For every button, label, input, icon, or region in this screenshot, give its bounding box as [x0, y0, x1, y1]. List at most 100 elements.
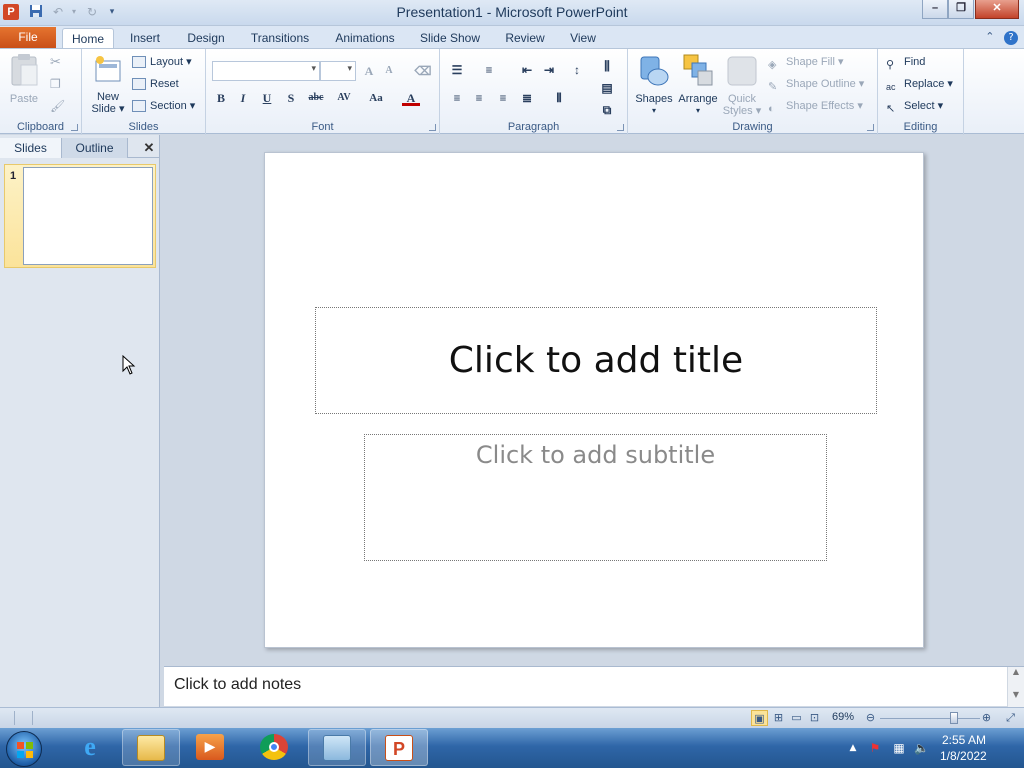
- taskbar-powerpoint[interactable]: P: [370, 729, 428, 766]
- save-icon[interactable]: [28, 4, 44, 20]
- grow-font-icon[interactable]: A: [360, 62, 378, 80]
- decrease-indent-icon[interactable]: ⇤: [518, 61, 536, 79]
- title-placeholder[interactable]: Click to add title: [315, 307, 877, 414]
- section-button[interactable]: Section ▾: [132, 97, 195, 115]
- slide-show-icon[interactable]: ⊡: [806, 710, 823, 726]
- font-size-combo[interactable]: [320, 61, 356, 81]
- bold-button[interactable]: B: [212, 89, 230, 107]
- select-button[interactable]: ↖ Select ▾: [886, 97, 943, 115]
- columns-icon[interactable]: ⫴: [550, 89, 568, 107]
- tab-home[interactable]: Home: [62, 28, 114, 48]
- fit-slide-icon[interactable]: ⤢: [1002, 710, 1019, 726]
- slide-canvas[interactable]: Click to add title Click to add subtitle: [264, 152, 924, 648]
- numbering-icon[interactable]: ≡: [480, 61, 498, 79]
- strikethrough-button[interactable]: abc: [304, 89, 328, 107]
- zoom-slider-thumb[interactable]: [950, 712, 958, 724]
- tab-slide-show[interactable]: Slide Show: [414, 28, 486, 48]
- customize-quick-access-icon[interactable]: ▾: [104, 4, 120, 20]
- taskbar-internet-explorer[interactable]: e: [62, 729, 120, 766]
- align-left-icon[interactable]: ≡: [448, 89, 466, 107]
- drawing-launcher-icon[interactable]: [867, 124, 874, 131]
- scroll-down-icon[interactable]: ▼: [1008, 690, 1024, 699]
- clipboard-launcher-icon[interactable]: [71, 124, 78, 131]
- clock-date[interactable]: 1/8/2022: [940, 749, 987, 763]
- taskbar-chrome[interactable]: [246, 729, 304, 766]
- paragraph-launcher-icon[interactable]: [617, 124, 624, 131]
- network-icon[interactable]: ▦: [892, 741, 906, 755]
- zoom-out-icon[interactable]: ⊖: [862, 710, 879, 726]
- new-slide-button[interactable]: New Slide ▾: [88, 55, 128, 115]
- shape-outline-button[interactable]: ✎ Shape Outline ▾: [768, 75, 864, 93]
- volume-icon[interactable]: 🔈: [914, 741, 929, 755]
- close-button[interactable]: ✕: [975, 0, 1019, 19]
- restore-button[interactable]: ❐: [948, 0, 974, 19]
- shapes-button[interactable]: Shapes ▾: [634, 53, 674, 117]
- minimize-ribbon-icon[interactable]: ⌃: [985, 30, 994, 43]
- shape-fill-button[interactable]: ◈ Shape Fill ▾: [768, 53, 844, 71]
- increase-indent-icon[interactable]: ⇥: [540, 61, 558, 79]
- normal-view-icon[interactable]: ▣: [751, 710, 768, 726]
- change-case-button[interactable]: Aa: [364, 89, 388, 107]
- notes-scrollbar[interactable]: ▲ ▼: [1007, 667, 1024, 707]
- notes-placeholder[interactable]: Click to add notes: [174, 676, 301, 694]
- font-family-combo[interactable]: [212, 61, 320, 81]
- align-text-icon[interactable]: ▤: [598, 79, 616, 97]
- underline-button[interactable]: U: [258, 89, 276, 107]
- zoom-in-icon[interactable]: ⊕: [978, 710, 995, 726]
- text-direction-icon[interactable]: ⫼: [598, 57, 616, 75]
- powerpoint-app-icon[interactable]: P: [3, 4, 19, 20]
- arrange-button[interactable]: Arrange ▾: [676, 53, 720, 117]
- quick-styles-button[interactable]: Quick Styles ▾: [722, 53, 762, 117]
- subtitle-placeholder[interactable]: Click to add subtitle: [364, 434, 827, 561]
- slide-thumbnail-selected[interactable]: 1: [4, 164, 156, 268]
- tab-insert[interactable]: Insert: [120, 28, 170, 48]
- reading-view-icon[interactable]: ▭: [788, 710, 805, 726]
- format-painter-icon[interactable]: 🖌: [50, 99, 65, 113]
- undo-dropdown-icon[interactable]: ▾: [66, 4, 82, 20]
- bullets-icon[interactable]: ☰: [448, 61, 466, 79]
- redo-icon[interactable]: ↻: [84, 4, 100, 20]
- scroll-up-icon[interactable]: ▲: [1008, 667, 1024, 676]
- tab-design[interactable]: Design: [180, 28, 232, 48]
- character-spacing-button[interactable]: AV: [332, 89, 356, 107]
- clock-time[interactable]: 2:55 AM: [942, 733, 986, 747]
- taskbar-media-player[interactable]: ▶: [182, 729, 240, 766]
- taskbar-control-panel[interactable]: [308, 729, 366, 766]
- undo-icon[interactable]: ↶: [50, 4, 66, 20]
- tab-slides[interactable]: Slides: [0, 138, 62, 158]
- zoom-level[interactable]: 69%: [832, 711, 854, 723]
- italic-button[interactable]: I: [234, 89, 252, 107]
- action-center-icon[interactable]: ⚑: [868, 741, 882, 755]
- close-pane-icon[interactable]: ✕: [140, 138, 158, 158]
- tab-file[interactable]: File: [0, 27, 56, 48]
- slide-thumbnail[interactable]: [23, 167, 153, 265]
- reset-button[interactable]: Reset: [132, 75, 179, 93]
- cut-icon[interactable]: ✂: [50, 55, 61, 70]
- shape-effects-button[interactable]: ◐ Shape Effects ▾: [768, 97, 863, 115]
- notes-pane[interactable]: Click to add notes ▲ ▼: [164, 666, 1024, 707]
- show-hidden-icons[interactable]: ▲: [846, 741, 860, 755]
- zoom-slider-track[interactable]: [880, 718, 980, 719]
- minimize-button[interactable]: –: [922, 0, 948, 19]
- clear-formatting-icon[interactable]: ⌫: [414, 62, 432, 80]
- align-right-icon[interactable]: ≡: [494, 89, 512, 107]
- font-launcher-icon[interactable]: [429, 124, 436, 131]
- slide-sorter-icon[interactable]: ⊞: [770, 710, 787, 726]
- taskbar-file-explorer[interactable]: [122, 729, 180, 766]
- tab-transitions[interactable]: Transitions: [244, 28, 316, 48]
- replace-button[interactable]: ac Replace ▾: [886, 75, 953, 93]
- copy-icon[interactable]: ❐: [50, 77, 61, 91]
- find-button[interactable]: ⚲ Find: [886, 53, 925, 71]
- start-button[interactable]: [6, 731, 42, 767]
- tab-outline[interactable]: Outline: [62, 138, 128, 158]
- align-center-icon[interactable]: ≡: [470, 89, 488, 107]
- layout-button[interactable]: Layout ▾: [132, 53, 192, 71]
- justify-icon[interactable]: ≣: [518, 89, 536, 107]
- shrink-font-icon[interactable]: A: [380, 62, 398, 80]
- paste-button[interactable]: Paste: [4, 53, 44, 105]
- tab-view[interactable]: View: [562, 28, 604, 48]
- convert-smartart-icon[interactable]: ⧉: [598, 101, 616, 119]
- tab-review[interactable]: Review: [500, 28, 550, 48]
- font-color-button[interactable]: A: [402, 89, 420, 106]
- text-shadow-button[interactable]: S: [282, 89, 300, 107]
